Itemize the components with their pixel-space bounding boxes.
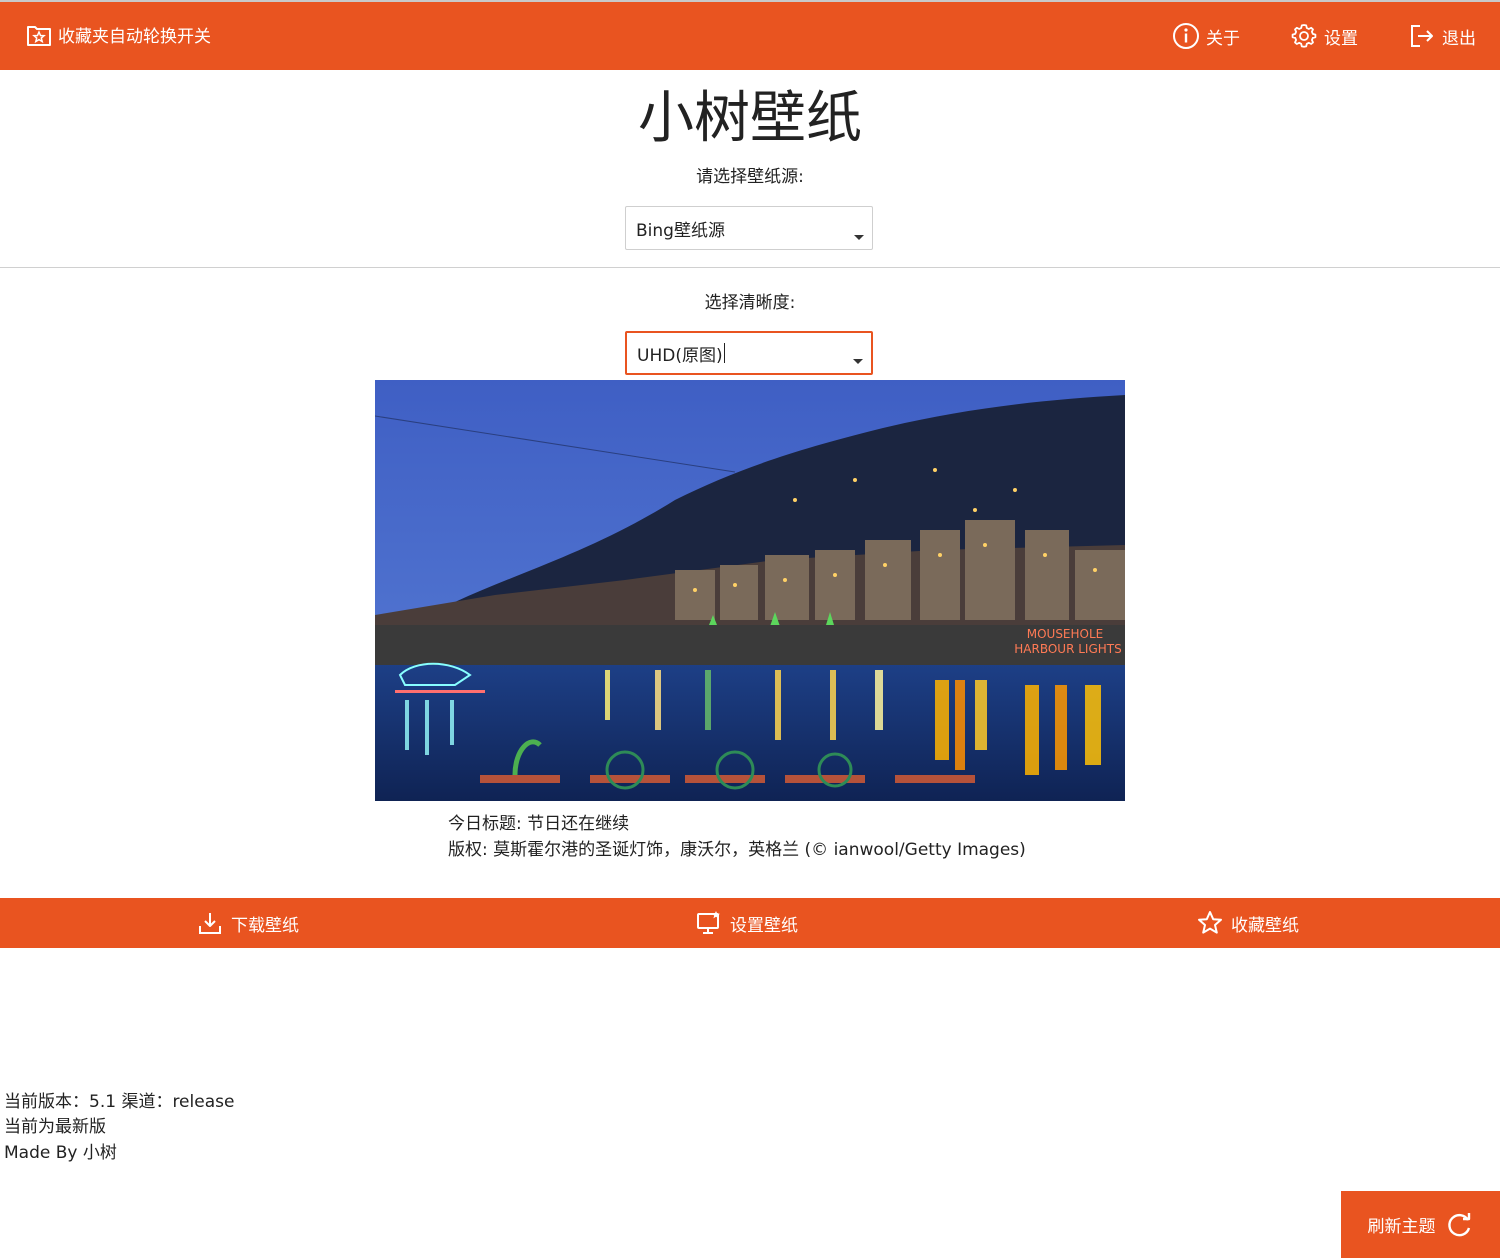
favorite-wallpaper-button[interactable]: 收藏壁纸 bbox=[1197, 898, 1299, 948]
favorite-label: 收藏壁纸 bbox=[1231, 915, 1299, 936]
quality-selected-value: UHD(原图) bbox=[637, 345, 723, 366]
wallpaper-preview: MOUSEHOLE HARBOUR LIGHTS bbox=[375, 380, 1125, 801]
gear-icon bbox=[1290, 22, 1318, 50]
wallpaper-copyright: 版权: 莫斯霍尔港的圣诞灯饰，康沃尔，英格兰 (© ianwool/Getty … bbox=[448, 840, 1026, 860]
sign-text-2: HARBOUR LIGHTS bbox=[1014, 642, 1121, 656]
download-icon bbox=[197, 910, 223, 936]
source-label: 请选择壁纸源: bbox=[696, 167, 804, 187]
folder-star-icon bbox=[26, 23, 52, 47]
text-caret bbox=[723, 343, 725, 363]
about-button[interactable]: 关于 bbox=[1172, 22, 1240, 50]
chevron-down-icon bbox=[854, 235, 864, 240]
favorites-toggle-label: 收藏夹自动轮换开关 bbox=[58, 27, 211, 47]
chevron-down-icon bbox=[853, 359, 863, 364]
app-title: 小树壁纸 bbox=[638, 86, 862, 151]
quality-label: 选择清晰度: bbox=[704, 293, 796, 313]
source-select[interactable]: Bing壁纸源 bbox=[625, 206, 873, 250]
info-icon bbox=[1172, 22, 1200, 50]
action-bar: 下载壁纸 设置壁纸 收藏壁纸 bbox=[0, 898, 1500, 948]
about-label: 关于 bbox=[1206, 28, 1240, 49]
update-status: 当前为最新版 bbox=[4, 1117, 106, 1137]
refresh-icon bbox=[1446, 1211, 1474, 1239]
source-selected-value: Bing壁纸源 bbox=[636, 220, 725, 241]
exit-button[interactable]: 退出 bbox=[1408, 22, 1476, 50]
sign-text-1: MOUSEHOLE bbox=[1027, 627, 1104, 641]
quality-select[interactable]: UHD(原图) bbox=[625, 331, 873, 375]
download-label: 下载壁纸 bbox=[231, 915, 299, 936]
settings-label: 设置 bbox=[1324, 28, 1358, 49]
divider bbox=[0, 267, 1500, 268]
settings-button[interactable]: 设置 bbox=[1290, 22, 1358, 50]
top-bar: 收藏夹自动轮换开关 关于 设置 退出 bbox=[0, 0, 1500, 70]
credit: Made By 小树 bbox=[4, 1143, 117, 1163]
star-icon bbox=[1197, 910, 1223, 936]
set-wallpaper-button[interactable]: 设置壁纸 bbox=[696, 898, 798, 948]
monitor-icon bbox=[696, 910, 722, 936]
wallpaper-title: 今日标题: 节日还在继续 bbox=[448, 814, 630, 834]
refresh-theme-button[interactable]: 刷新主题 bbox=[1341, 1191, 1500, 1258]
logout-icon bbox=[1408, 22, 1436, 50]
version-info: 当前版本：5.1 渠道：release bbox=[4, 1092, 235, 1112]
favorites-auto-rotate-toggle[interactable]: 收藏夹自动轮换开关 bbox=[26, 22, 211, 47]
refresh-label: 刷新主题 bbox=[1367, 1217, 1436, 1237]
download-wallpaper-button[interactable]: 下载壁纸 bbox=[197, 898, 299, 948]
set-wallpaper-label: 设置壁纸 bbox=[730, 915, 798, 936]
exit-label: 退出 bbox=[1442, 28, 1476, 49]
